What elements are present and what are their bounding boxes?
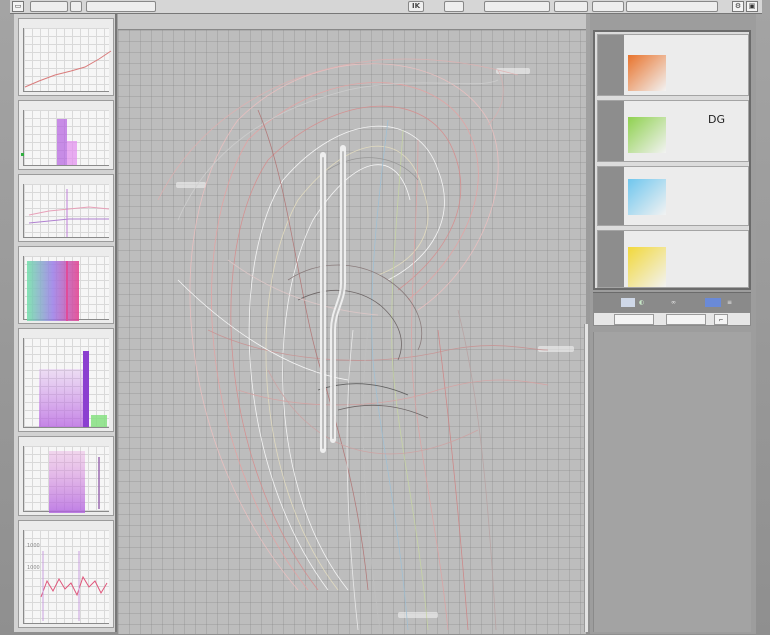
window-icon[interactable]: ▣ bbox=[746, 1, 758, 12]
layer-badge: DG bbox=[708, 113, 725, 126]
right-panel: DG ◐ ∞ ≡ ⌐ bbox=[590, 14, 756, 634]
mode-toggle[interactable] bbox=[621, 298, 635, 307]
thumbnail-5[interactable] bbox=[18, 328, 114, 432]
thumbnail-4[interactable] bbox=[18, 246, 114, 324]
application-window: ▭ IK ⚙ ▣ 1000 1000 DG ◐ ∞ ≡ ⌐ bbox=[0, 0, 770, 635]
visibility-icon[interactable]: ◐ bbox=[639, 298, 644, 307]
canvas-header bbox=[118, 14, 586, 30]
histogram-icon bbox=[21, 119, 77, 165]
toolbar-button-2[interactable] bbox=[70, 1, 82, 12]
thumbnail-2[interactable] bbox=[18, 100, 114, 170]
folder-icon[interactable]: ▭ bbox=[12, 1, 24, 12]
panel-button-row: ⌐ bbox=[593, 312, 751, 326]
wire-drawing-icon bbox=[157, 58, 549, 631]
panel-button-2[interactable] bbox=[666, 314, 706, 325]
layer-handle[interactable] bbox=[598, 167, 624, 225]
layer-item-4[interactable] bbox=[597, 230, 749, 288]
top-toolbar: ▭ IK ⚙ ▣ bbox=[10, 0, 762, 14]
layer-controls: ◐ ∞ ≡ bbox=[593, 292, 751, 312]
line-chart-icon bbox=[24, 50, 112, 88]
toolbar-button-6[interactable] bbox=[592, 1, 624, 12]
toolbar-button-5[interactable] bbox=[554, 1, 588, 12]
ik-button[interactable]: IK bbox=[408, 1, 424, 12]
thumbnail-1[interactable] bbox=[18, 18, 114, 96]
heatmap-icon bbox=[27, 261, 79, 321]
layer-handle[interactable] bbox=[598, 35, 624, 95]
layer-swatch bbox=[628, 179, 666, 215]
layer-item-3[interactable] bbox=[597, 166, 749, 226]
area-chart-icon bbox=[28, 189, 110, 237]
layer-item-1[interactable] bbox=[597, 34, 749, 96]
bar-chart-icon bbox=[49, 451, 100, 513]
toolbar-field[interactable] bbox=[484, 1, 550, 12]
bar-chart-icon bbox=[39, 351, 107, 427]
main-canvas[interactable] bbox=[118, 30, 586, 634]
toolbar-search[interactable] bbox=[626, 1, 718, 12]
layer-swatch bbox=[628, 247, 666, 287]
layer-handle[interactable] bbox=[598, 101, 624, 161]
toolbar-button-4[interactable] bbox=[444, 1, 464, 12]
panel-expand-icon[interactable]: ⌐ bbox=[714, 314, 728, 325]
active-indicator[interactable] bbox=[705, 298, 721, 307]
toolbar-button-3[interactable] bbox=[86, 1, 156, 12]
thumbnail-3[interactable] bbox=[18, 174, 114, 242]
layer-swatch bbox=[628, 55, 666, 91]
canvas-scrollbar[interactable] bbox=[584, 324, 588, 632]
layer-swatch bbox=[628, 117, 666, 153]
thumbnail-6[interactable] bbox=[18, 436, 114, 516]
thumbnail-7[interactable]: 1000 1000 bbox=[18, 520, 114, 628]
panel-button-1[interactable] bbox=[614, 314, 654, 325]
line-chart-icon bbox=[40, 551, 108, 621]
layer-handle[interactable] bbox=[598, 231, 624, 287]
menu-icon[interactable]: ≡ bbox=[727, 298, 732, 307]
settings-icon[interactable]: ⚙ bbox=[732, 1, 744, 12]
properties-area bbox=[593, 332, 751, 632]
layers-list[interactable]: DG bbox=[593, 30, 751, 290]
link-icon[interactable]: ∞ bbox=[671, 298, 676, 307]
thumbnail-strip: 1000 1000 bbox=[14, 14, 117, 632]
layer-item-2[interactable]: DG bbox=[597, 100, 749, 162]
toolbar-button-1[interactable] bbox=[30, 1, 68, 12]
